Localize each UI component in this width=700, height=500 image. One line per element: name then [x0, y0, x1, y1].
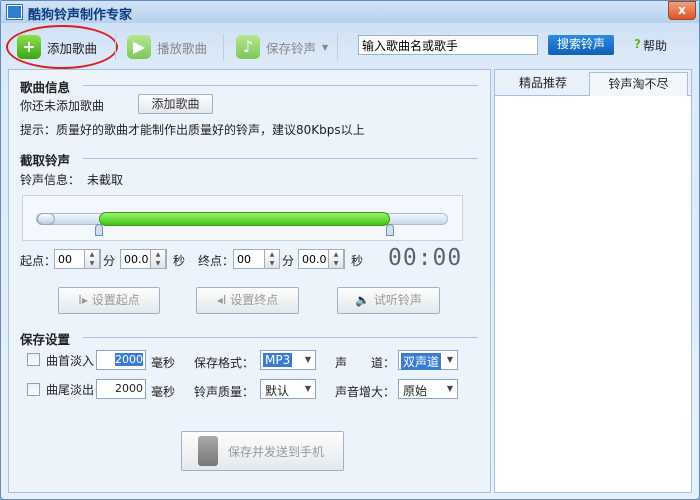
- range-slider-track[interactable]: [36, 212, 448, 236]
- channel-value: 双声道: [401, 353, 442, 370]
- fade-out-checkbox[interactable]: [27, 383, 40, 396]
- chevron-down-icon: ▼: [446, 384, 453, 393]
- search-input[interactable]: [358, 35, 538, 55]
- quality-label: 铃声质量：: [194, 385, 255, 399]
- set-start-button[interactable]: I▸ 设置起点: [58, 287, 160, 314]
- song-info-heading: 歌曲信息: [20, 80, 71, 95]
- divider: [83, 85, 478, 86]
- preview-label: 试听铃声: [373, 293, 422, 307]
- start-minute-spinner[interactable]: ▲ ▼: [84, 249, 100, 269]
- format-value: MP3: [263, 353, 293, 367]
- chevron-down-icon: ▼: [446, 355, 453, 364]
- ms-unit: 毫秒: [151, 356, 176, 370]
- format-label: 保存格式：: [194, 356, 255, 370]
- preview-button[interactable]: 🔈 试听铃声: [337, 287, 440, 314]
- clip-heading: 截取铃声: [20, 153, 71, 168]
- speaker-icon: 🔈: [355, 293, 374, 307]
- right-panel: [494, 69, 692, 493]
- play-song-label: 播放歌曲: [157, 40, 208, 56]
- music-note-icon: ♪: [236, 35, 260, 59]
- end-handle[interactable]: [385, 224, 394, 236]
- second-unit: 秒: [351, 254, 364, 268]
- highlight-ellipse: [6, 25, 118, 69]
- divider: [83, 158, 478, 159]
- tab-ringtone-hunt[interactable]: 铃声淘不尽: [589, 72, 688, 96]
- fade-in-input[interactable]: 2000: [96, 350, 146, 370]
- title-bar: 酷狗铃声制作专家 x: [1, 1, 699, 23]
- end-second-spinner[interactable]: ▲ ▼: [328, 249, 344, 269]
- help-icon: ?: [634, 37, 641, 51]
- boost-label: 声音增大：: [335, 385, 396, 399]
- add-song-inline-button[interactable]: 添加歌曲: [138, 94, 213, 114]
- ringtone-info-value: 未截取: [87, 173, 124, 187]
- save-settings-heading: 保存设置: [20, 332, 71, 347]
- ringtone-info-label: 铃声信息：: [20, 173, 81, 187]
- fade-out-label: 曲尾淡出: [46, 383, 95, 397]
- channel-label: 声 道：: [335, 356, 396, 370]
- playhead-knob[interactable]: [37, 213, 55, 225]
- chevron-down-icon: ▼: [322, 42, 329, 52]
- quality-tip: 提示：质量好的歌曲才能制作出质量好的铃声，建议80Kbps以上: [20, 123, 365, 137]
- save-ringtone-button[interactable]: ♪ 保存铃声 ▼: [236, 33, 328, 61]
- fade-out-input[interactable]: 2000: [96, 379, 146, 399]
- format-select[interactable]: MP3 ▼: [260, 350, 316, 370]
- save-and-send-label: 保存并发送到手机: [228, 444, 325, 459]
- divider: [83, 337, 478, 338]
- save-and-send-button[interactable]: 保存并发送到手机: [181, 431, 344, 471]
- ms-unit: 毫秒: [151, 385, 176, 399]
- selection-bar: [98, 212, 390, 226]
- save-ringtone-label: 保存铃声: [266, 40, 317, 56]
- window-title: 酷狗铃声制作专家: [28, 8, 133, 23]
- fade-in-label: 曲首淡入: [46, 354, 95, 368]
- close-button[interactable]: x: [668, 1, 696, 20]
- end-minute-spinner[interactable]: ▲ ▼: [264, 249, 280, 269]
- divider: [223, 34, 224, 60]
- boost-value: 原始: [403, 384, 428, 398]
- set-start-label: 设置起点: [91, 293, 140, 307]
- second-unit: 秒: [173, 254, 186, 268]
- app-icon: [6, 4, 23, 20]
- search-button[interactable]: 搜索铃声: [548, 35, 614, 55]
- start-label: 起点：: [20, 254, 57, 268]
- set-end-icon: ◂I: [216, 293, 231, 307]
- help-button[interactable]: ? 帮助: [634, 37, 667, 54]
- end-label: 终点：: [198, 254, 235, 268]
- play-song-button[interactable]: ▶ 播放歌曲: [127, 33, 207, 61]
- set-start-icon: I▸: [78, 293, 92, 307]
- set-end-button[interactable]: ◂I 设置终点: [196, 287, 299, 314]
- fade-in-value: 2000: [115, 353, 143, 366]
- fade-out-value: 2000: [115, 382, 143, 395]
- quality-select[interactable]: 默认 ▼: [260, 379, 316, 399]
- app-window: 酷狗铃声制作专家 x + 添加歌曲 ▶ 播放歌曲 ♪ 保存铃声 ▼ 搜索铃声 ?…: [0, 0, 700, 500]
- divider: [337, 34, 338, 60]
- song-status: 你还未添加歌曲: [20, 99, 105, 113]
- boost-select[interactable]: 原始 ▼: [398, 379, 458, 399]
- chevron-down-icon: ▼: [304, 384, 311, 393]
- start-handle[interactable]: [94, 224, 103, 236]
- time-display: 00:00: [388, 245, 463, 271]
- channel-select[interactable]: 双声道 ▼: [398, 350, 458, 370]
- chevron-down-icon: ▼: [304, 355, 311, 364]
- fade-in-checkbox[interactable]: [27, 353, 40, 366]
- start-second-spinner[interactable]: ▲ ▼: [150, 249, 166, 269]
- set-end-label: 设置终点: [230, 293, 279, 307]
- help-label: 帮助: [642, 39, 667, 53]
- minute-unit: 分: [103, 254, 116, 268]
- divider: [115, 34, 116, 60]
- quality-value: 默认: [265, 384, 290, 398]
- phone-icon: [198, 436, 218, 466]
- minute-unit: 分: [282, 254, 295, 268]
- tab-featured[interactable]: 精品推荐: [498, 72, 588, 96]
- play-icon: ▶: [127, 35, 151, 59]
